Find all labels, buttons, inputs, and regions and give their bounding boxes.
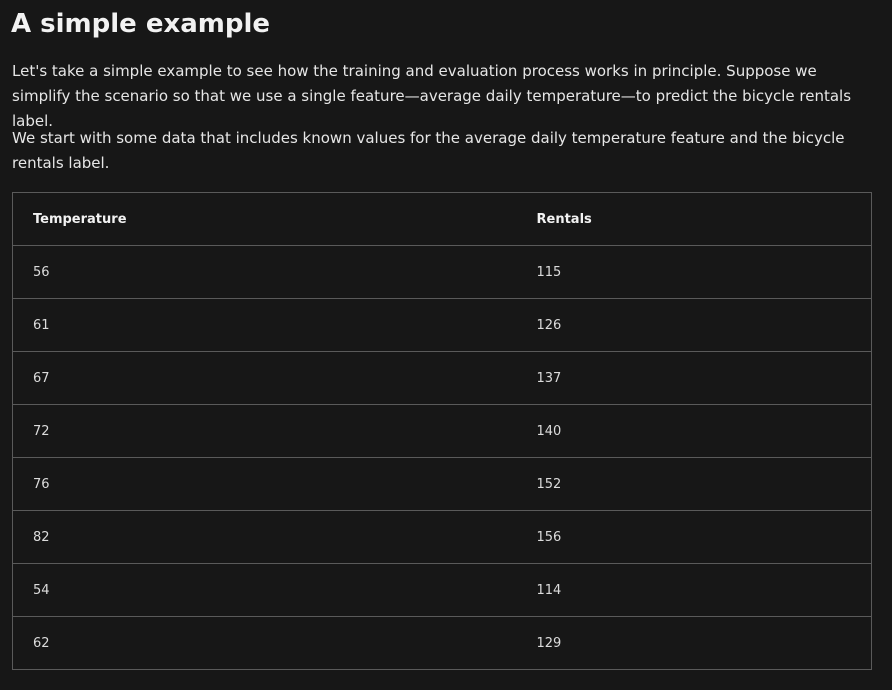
table-row: 61 126 bbox=[12, 298, 872, 352]
rentals-cell: 137 bbox=[516, 351, 872, 405]
data-table: Temperature Rentals 56 115 61 126 67 137… bbox=[12, 192, 872, 670]
temperature-cell: 72 bbox=[12, 404, 517, 458]
table-row: 67 137 bbox=[12, 351, 872, 405]
table-row: 82 156 bbox=[12, 510, 872, 564]
intro-paragraph: Let's take a simple example to see how t… bbox=[12, 62, 852, 130]
rentals-cell: 156 bbox=[516, 510, 872, 564]
temperature-cell: 61 bbox=[12, 298, 517, 352]
table-row: 62 129 bbox=[13, 617, 872, 670]
rentals-cell: 129 bbox=[536, 635, 562, 651]
rentals-cell: 115 bbox=[516, 245, 872, 299]
temperature-cell: 56 bbox=[12, 245, 517, 299]
rentals-cell: 114 bbox=[516, 563, 872, 617]
document-page: A simple example Let's take a simple exa… bbox=[0, 0, 892, 690]
table-row: 76 152 bbox=[12, 457, 872, 511]
temperature-cell: 54 bbox=[12, 563, 517, 617]
table-header-row: Temperature Rentals bbox=[12, 192, 872, 246]
temperature-cell: 76 bbox=[12, 457, 517, 511]
table-row: 72 140 bbox=[12, 404, 872, 458]
data-paragraph: We start with some data that includes kn… bbox=[12, 129, 845, 172]
temperature-cell: 67 bbox=[12, 351, 517, 405]
temperature-cell: 62 bbox=[33, 635, 50, 651]
rentals-cell: 140 bbox=[516, 404, 872, 458]
page-title: A simple example bbox=[11, 9, 271, 39]
table-row: 54 114 bbox=[12, 563, 872, 617]
column-header-temperature: Temperature bbox=[12, 192, 517, 246]
temperature-cell: 82 bbox=[12, 510, 517, 564]
rentals-cell: 152 bbox=[516, 457, 872, 511]
table-row: 56 115 bbox=[12, 245, 872, 299]
column-header-rentals: Rentals bbox=[516, 192, 872, 246]
rentals-cell: 126 bbox=[516, 298, 872, 352]
